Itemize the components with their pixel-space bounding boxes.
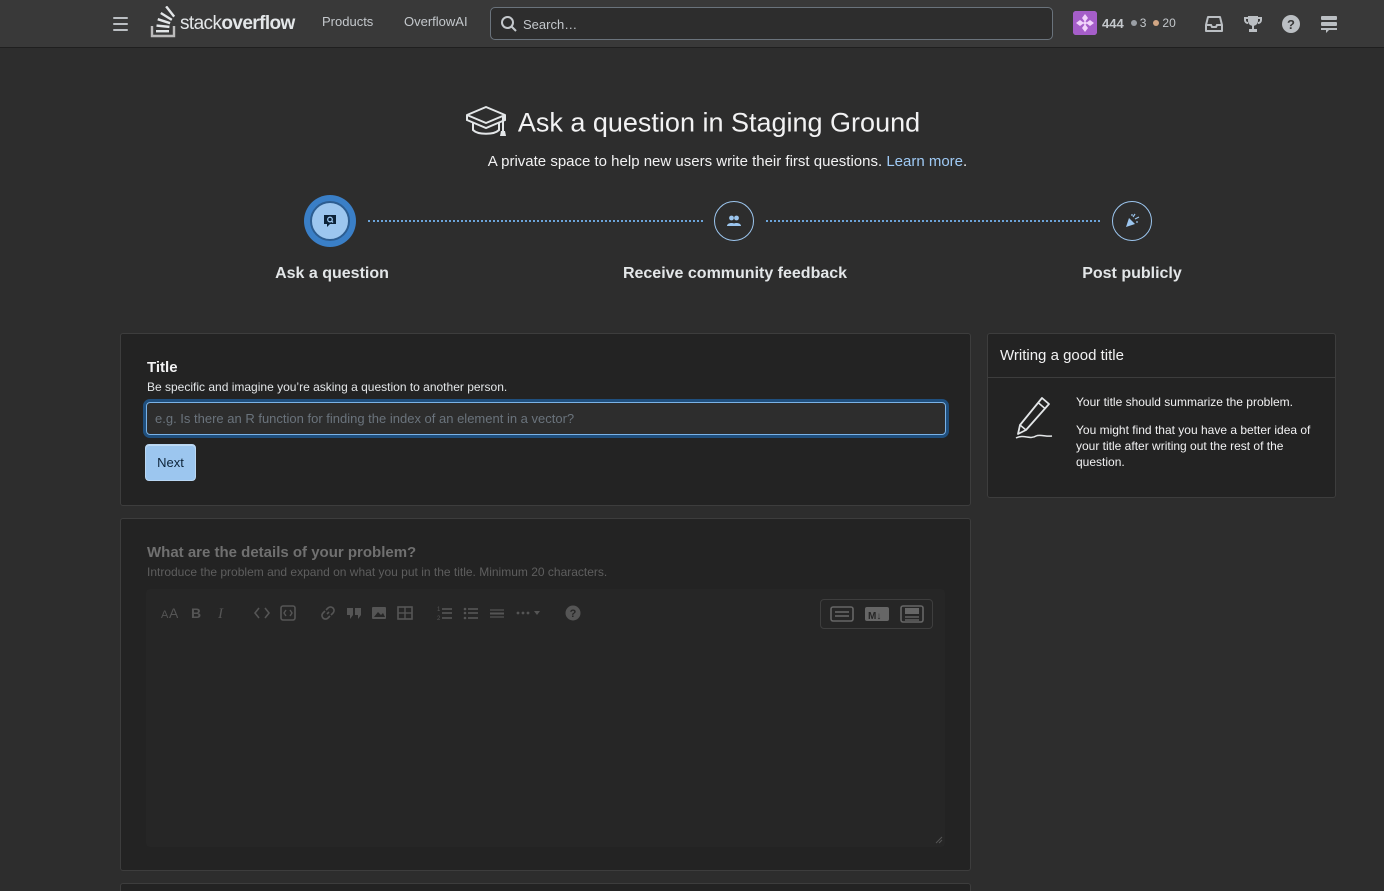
step-connector	[368, 220, 703, 222]
table-icon[interactable]	[396, 604, 414, 622]
more-icon[interactable]	[515, 604, 543, 622]
bronze-badge-icon	[1153, 20, 1160, 26]
help-icon[interactable]: ?	[564, 604, 582, 622]
divider	[988, 377, 1335, 378]
step-label-feedback: Receive community feedback	[622, 265, 848, 282]
title-input[interactable]	[146, 402, 946, 435]
help-icon[interactable]: ?	[1279, 12, 1303, 36]
details-heading: What are the details of your problem?	[147, 544, 417, 561]
step-ask-question-indicator	[304, 195, 356, 247]
title-description: Be specific and imagine you’re asking a …	[147, 380, 508, 394]
unordered-list-icon[interactable]	[462, 604, 480, 622]
step-feedback-indicator	[714, 201, 754, 241]
bronze-badge-count: 20	[1162, 16, 1176, 30]
blockquote-icon[interactable]	[345, 604, 363, 622]
image-icon[interactable]	[370, 604, 388, 622]
nav-overflowai[interactable]: OverflowAI	[404, 14, 468, 29]
markdown-mode-icon[interactable]: M↓	[864, 605, 890, 623]
markdown-preview-mode-icon[interactable]	[899, 605, 925, 623]
step-post-indicator	[1112, 201, 1152, 241]
ordered-list-icon[interactable]: 1 2	[436, 604, 454, 622]
step-label-ask: Ask a question	[275, 265, 389, 282]
writing-tip-1: Your title should summarize the problem.	[1076, 395, 1293, 409]
title-input-focus-ring	[143, 399, 949, 438]
rich-text-mode-icon[interactable]	[829, 605, 855, 623]
page-title: Ask a question in Staging Ground	[0, 104, 1384, 142]
silver-badge-icon	[1130, 20, 1137, 26]
search-box[interactable]	[490, 7, 1053, 40]
code-icon[interactable]	[253, 604, 271, 622]
horizontal-rule-icon[interactable]	[488, 604, 506, 622]
italic-icon[interactable]: I	[213, 604, 231, 622]
logo-wordmark: stackoverflow	[180, 13, 295, 34]
editor-mode-switcher: M↓	[820, 599, 933, 629]
next-button[interactable]: Next	[145, 444, 196, 481]
svg-text:A: A	[169, 605, 178, 621]
graduation-cap-icon	[465, 106, 506, 136]
top-bar: stackoverflow Products OverflowAI 444 3 …	[0, 0, 1384, 48]
page-subtitle: A private space to help new users write …	[487, 153, 968, 170]
achievements-icon[interactable]	[1241, 12, 1265, 36]
hamburger-menu-icon[interactable]	[106, 12, 134, 36]
title-heading: Title	[147, 359, 178, 376]
svg-text:?: ?	[570, 608, 577, 620]
text-size-icon[interactable]: A A	[160, 604, 178, 622]
avatar	[1073, 11, 1097, 35]
svg-text:2: 2	[437, 616, 441, 622]
writing-tip-2: You might find that you have a better id…	[1076, 423, 1311, 469]
question-bubble-icon	[324, 215, 336, 227]
search-input[interactable]	[523, 13, 1023, 35]
svg-text:I: I	[217, 606, 224, 622]
svg-text:?: ?	[1287, 17, 1295, 32]
details-description: Introduce the problem and expand on what…	[147, 565, 608, 579]
svg-text:1: 1	[437, 607, 441, 613]
pencil-icon	[1015, 397, 1053, 439]
svg-text:M↓: M↓	[868, 611, 881, 622]
svg-text:A: A	[161, 609, 169, 621]
step-connector	[766, 220, 1100, 222]
stackoverflow-logo[interactable]: stackoverflow	[150, 5, 295, 39]
link-icon[interactable]	[319, 604, 337, 622]
site-switcher-icon[interactable]	[1317, 12, 1341, 36]
search-icon	[501, 16, 517, 32]
writing-tips-heading: Writing a good title	[1000, 347, 1124, 364]
step-label-post: Post publicly	[1082, 265, 1182, 282]
code-block-icon[interactable]	[279, 604, 297, 622]
tags-card	[120, 883, 971, 891]
inbox-icon[interactable]	[1202, 12, 1226, 36]
resize-handle-icon[interactable]	[935, 836, 943, 844]
svg-text:B: B	[191, 605, 201, 621]
silver-badge-count: 3	[1139, 16, 1147, 30]
user-card[interactable]: 444 3 20	[1073, 10, 1176, 36]
nav-products[interactable]: Products	[322, 14, 373, 29]
community-icon	[727, 215, 741, 226]
reputation-count: 444	[1102, 15, 1124, 31]
stack-logo-icon	[150, 6, 176, 38]
learn-more-link[interactable]: Learn more	[886, 153, 963, 170]
bold-icon[interactable]: B	[187, 604, 205, 622]
party-popper-icon	[1126, 213, 1140, 227]
